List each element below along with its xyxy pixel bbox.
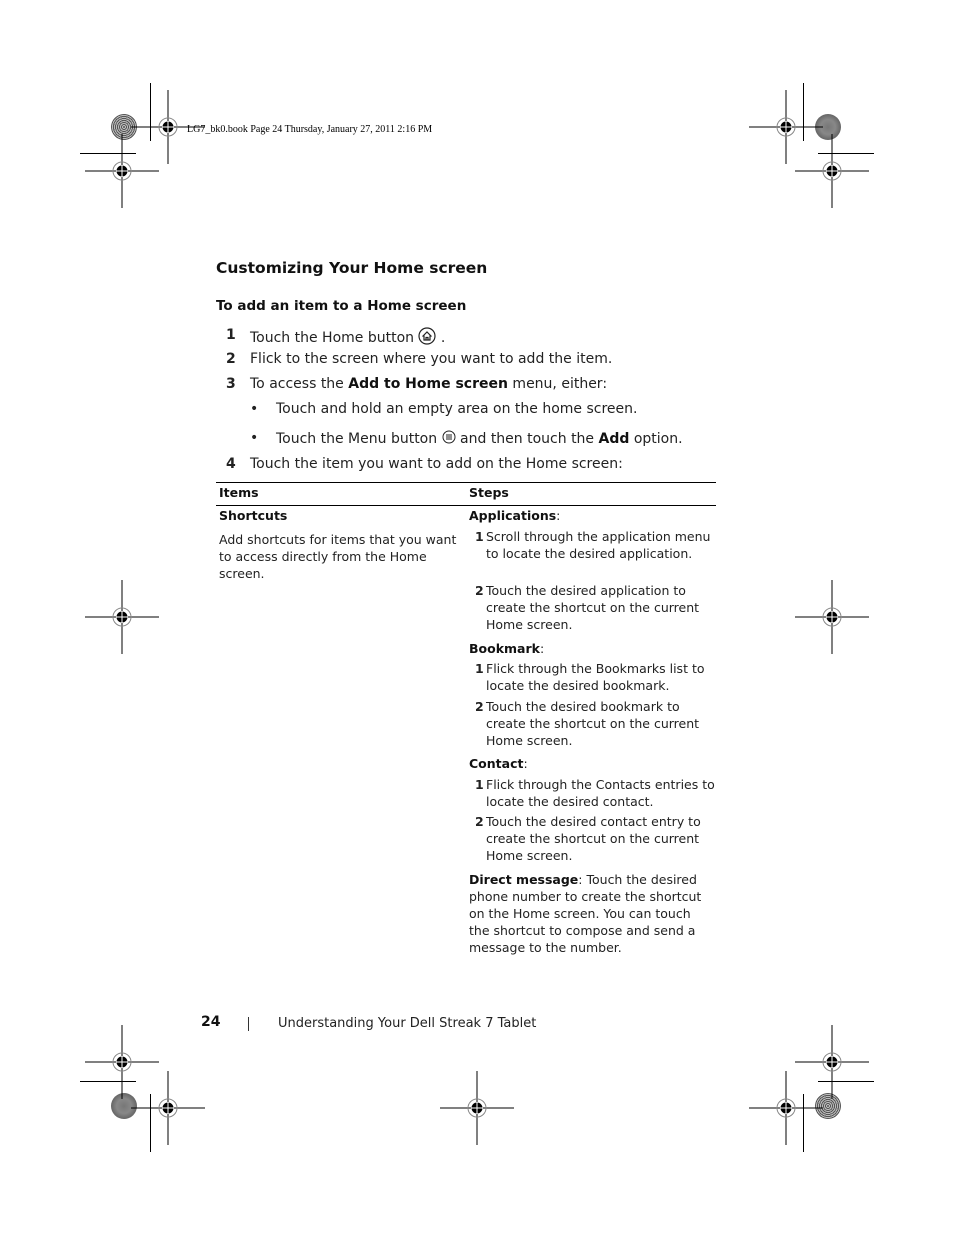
group-title: Applications: [469,508,561,523]
step-number: 4 [226,456,236,472]
bullet-dot: • [250,401,259,417]
menu-icon [442,430,456,448]
registration-target-icon [794,579,870,655]
registration-target-icon [84,579,160,655]
registration-target-icon [439,1070,515,1146]
step-number: 2 [226,351,236,367]
print-slug: LG7_bk0.book Page 24 Thursday, January 2… [187,124,433,135]
registration-target-icon [794,1024,870,1100]
group-title: Bookmark: [469,641,545,656]
page-number: 24 [201,1014,221,1030]
step-number: 3 [226,376,236,392]
registration-target-icon [748,1070,824,1146]
registration-target-icon [748,89,824,165]
column-header-steps: Steps [469,485,509,500]
registration-target-icon [794,133,870,209]
item-description: Add shortcuts for items that you want to… [219,532,457,581]
home-icon [418,327,437,349]
table-rule [216,482,716,483]
step-text: Flick to the screen where you want to ad… [250,351,613,367]
direct-message-text: Direct message: Touch the desired phone … [469,872,702,955]
subsection-title: To add an item to a Home screen [216,298,467,314]
table-rule [216,505,716,506]
registration-marks [84,89,870,1146]
step-text: Touch the Home button [250,330,419,346]
footer-separator [248,1017,249,1031]
registration-target-icon [84,1024,160,1100]
group-title: Contact: [469,756,528,771]
step-number: 1 [226,327,236,343]
item-title: Shortcuts [219,508,288,523]
bullet-dot: • [250,430,259,446]
registration-target-icon [84,133,160,209]
step-text: Touch the item you want to add on the Ho… [250,456,623,472]
registration-target-icon [130,1070,206,1146]
footer-title: Understanding Your Dell Streak 7 Tablet [278,1016,537,1031]
column-header-items: Items [219,485,259,500]
section-title: Customizing Your Home screen [216,259,488,277]
menu-name: Add to Home screen [348,376,508,392]
